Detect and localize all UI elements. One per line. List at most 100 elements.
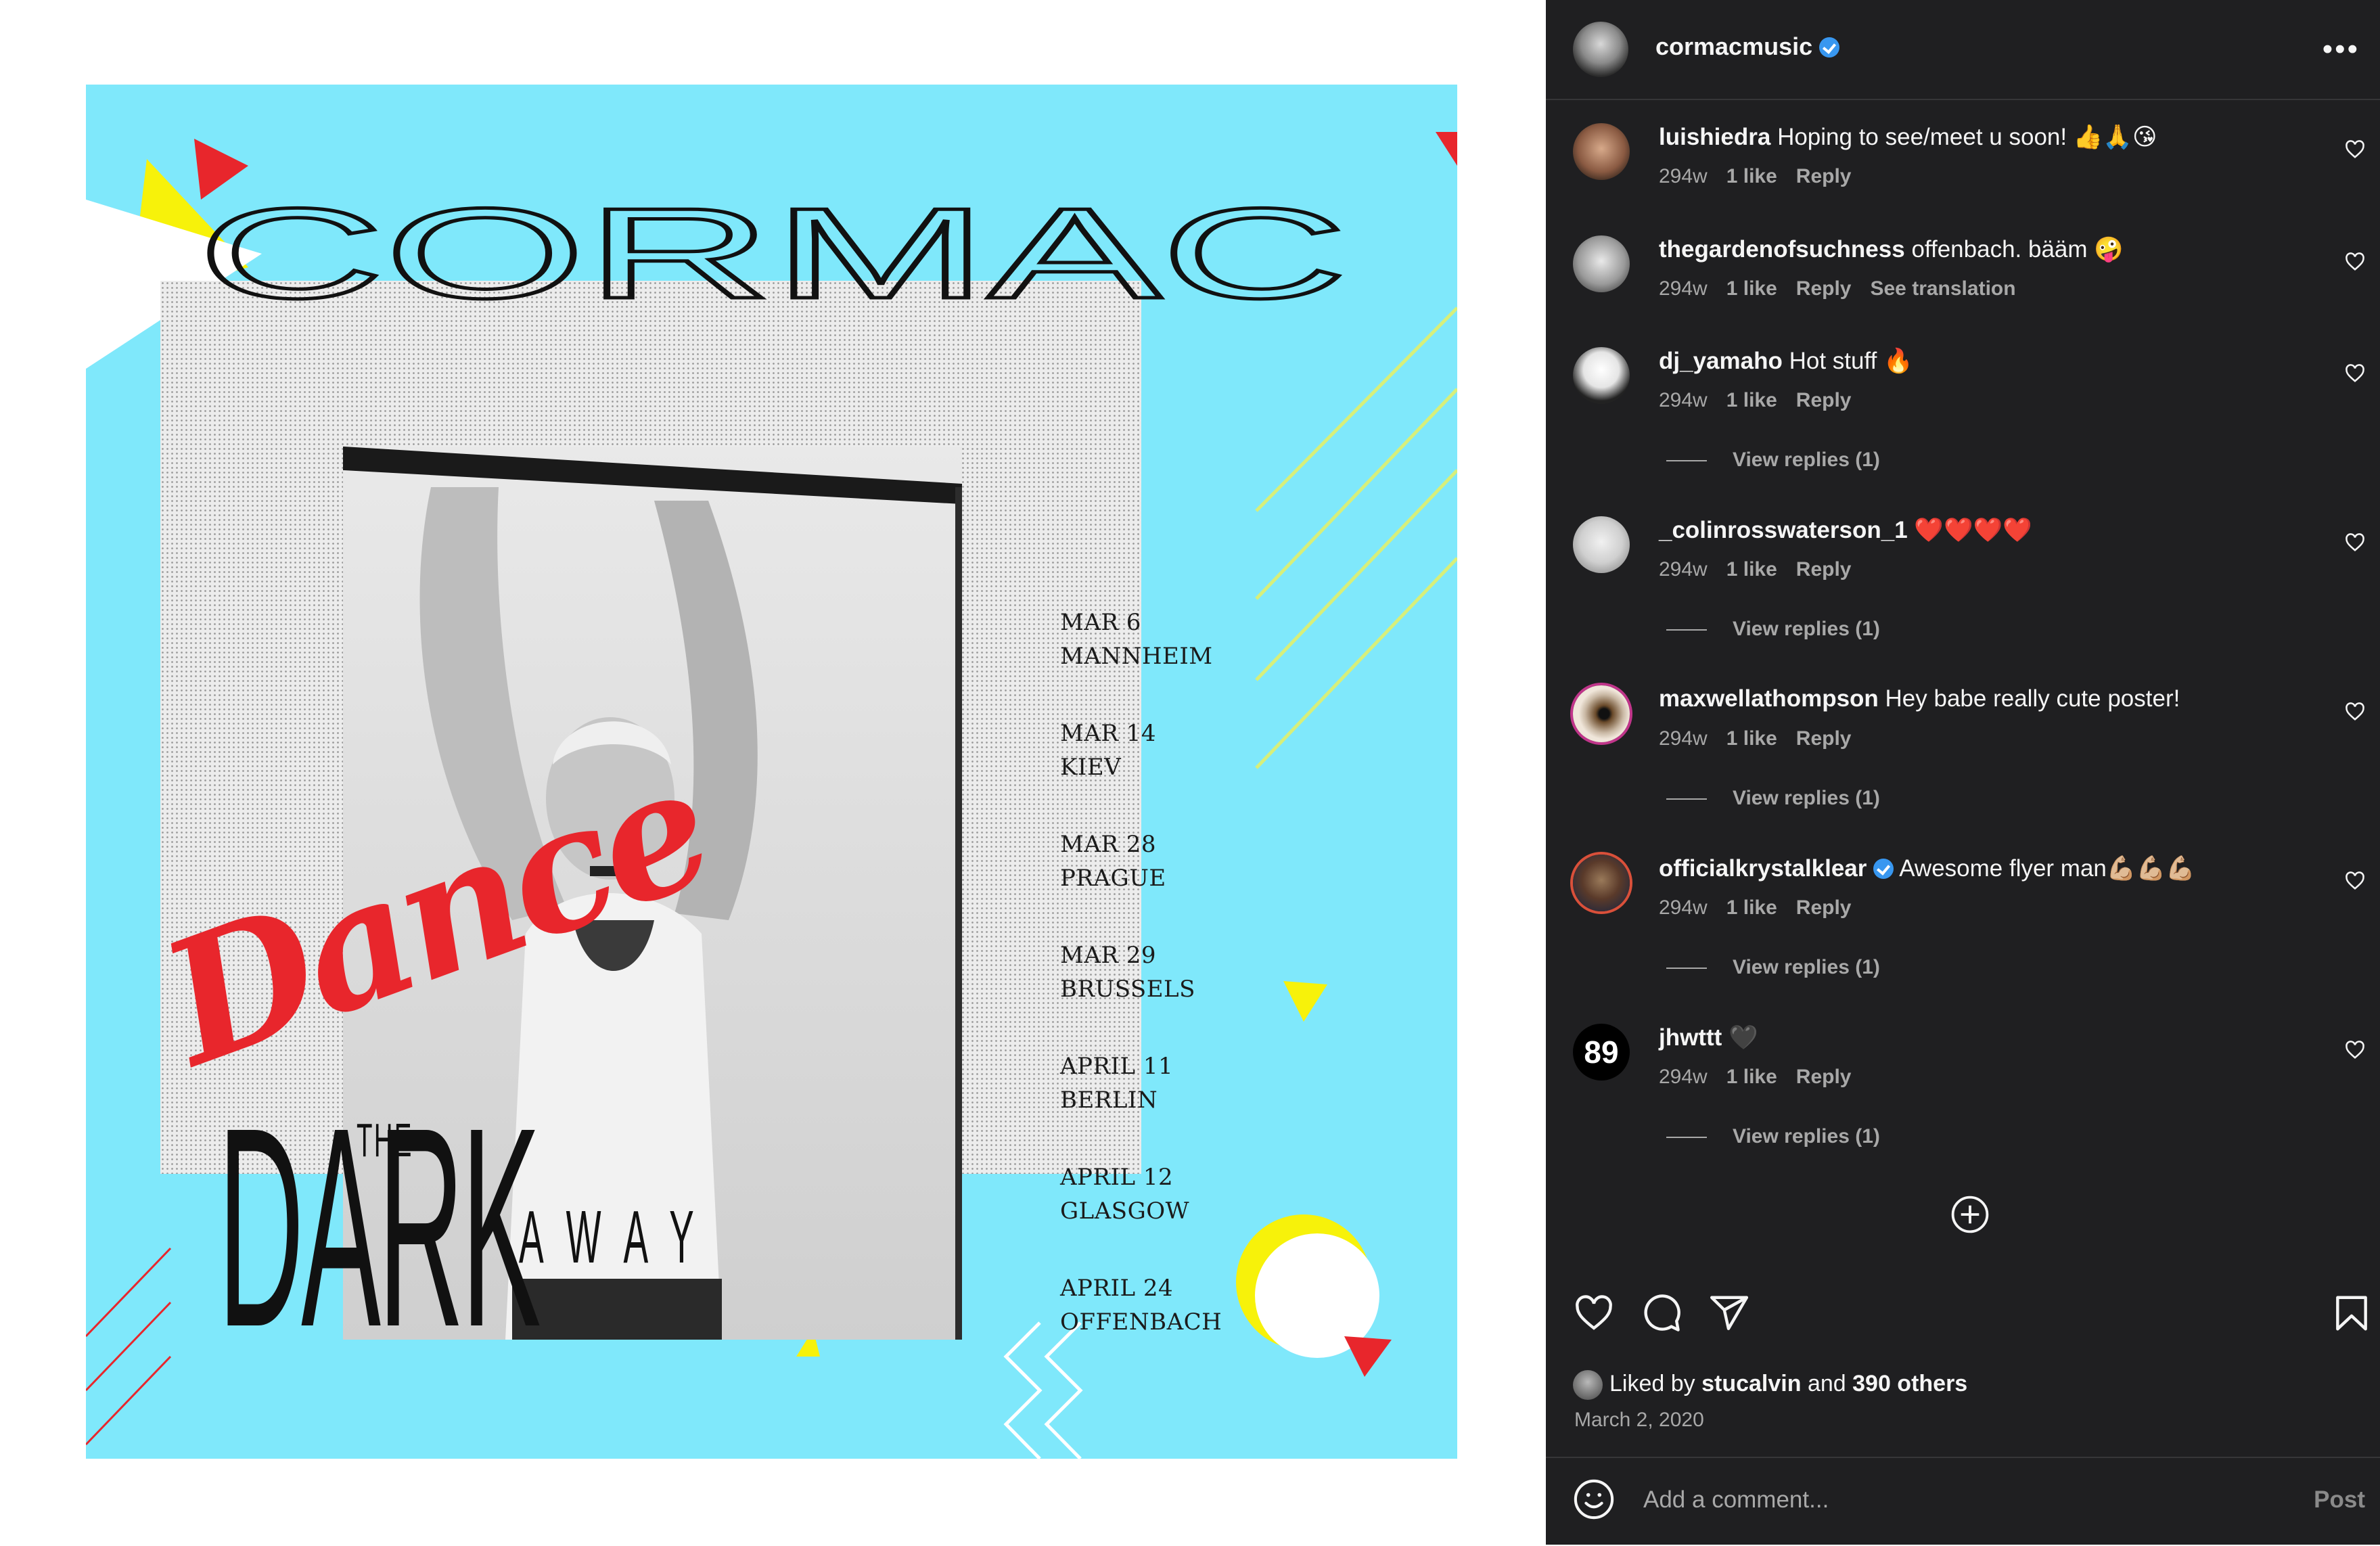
commenter-avatar[interactable] [1573, 685, 1630, 742]
liker-username[interactable]: stucalvin [1701, 1371, 1801, 1396]
comment-bubble-icon[interactable] [1641, 1292, 1683, 1334]
comment-text: maxwellathompson Hey babe really cute po… [1659, 685, 2180, 712]
tour-date-day: MAR 29 [1060, 942, 1157, 969]
comment-meta: 294w 1 like Reply See translation [1659, 277, 2035, 300]
save-bookmark-icon[interactable] [2331, 1292, 2373, 1334]
emoji-icon[interactable] [1573, 1478, 1615, 1520]
like-heart-icon[interactable] [1573, 1292, 1615, 1334]
commenter-avatar[interactable] [1573, 235, 1630, 292]
reply-button[interactable]: Reply [1796, 1066, 1852, 1088]
see-translation-button[interactable]: See translation [1870, 277, 2015, 300]
view-replies-button[interactable]: View replies (1) [1666, 787, 1880, 810]
comment-likes[interactable]: 1 like [1726, 1066, 1777, 1088]
commenter-avatar[interactable] [1573, 516, 1630, 573]
reply-button[interactable]: Reply [1796, 277, 1852, 300]
add-comment-bar: Post [1546, 1457, 2380, 1546]
comment-username[interactable]: officialkrystalklear [1659, 855, 1867, 882]
comment-time[interactable]: 294w [1659, 277, 1708, 300]
comment-meta: 294w 1 like Reply [1659, 896, 1870, 919]
comment-username[interactable]: _colinrosswaterson_1 [1659, 517, 1908, 543]
comment-text: dj_yamaho Hot stuff 🔥 [1659, 347, 1913, 375]
comment-like-heart-icon[interactable] [2345, 871, 2365, 891]
comment-like-heart-icon[interactable] [2345, 1040, 2365, 1060]
comment-meta: 294w 1 like Reply [1659, 165, 1870, 188]
commenter-avatar[interactable]: 89 [1573, 1024, 1630, 1081]
post-actions-bar [1546, 1292, 2380, 1346]
liker-avatar[interactable] [1573, 1370, 1603, 1400]
comment-text: jhwttt 🖤 [1659, 1024, 1758, 1051]
commenter-avatar[interactable] [1573, 855, 1630, 911]
comment-username[interactable]: maxwellathompson [1659, 685, 1879, 712]
comment-likes[interactable]: 1 like [1726, 389, 1777, 411]
reply-button[interactable]: Reply [1796, 727, 1852, 750]
comment-time[interactable]: 294w [1659, 389, 1708, 411]
comment-likes[interactable]: 1 like [1726, 896, 1777, 919]
view-replies-label[interactable]: View replies (1) [1733, 449, 1880, 471]
tour-date-city: GLASGOW [1060, 1198, 1190, 1225]
replies-divider [1666, 798, 1707, 800]
comment-text: luishiedra Hoping to see/meet u soon! 👍🙏… [1659, 123, 2157, 151]
tour-date-day: APRIL 11 [1060, 1053, 1174, 1080]
view-replies-button[interactable]: View replies (1) [1666, 449, 1880, 472]
comment-username[interactable]: thegardenofsuchness [1659, 236, 1905, 263]
reply-button[interactable]: Reply [1796, 165, 1852, 187]
comment-time[interactable]: 294w [1659, 727, 1708, 750]
comment-time[interactable]: 294w [1659, 896, 1708, 919]
comment-like-heart-icon[interactable] [2345, 702, 2365, 722]
share-send-icon[interactable] [1708, 1292, 1750, 1334]
tour-date-city: MANNHEIM [1060, 643, 1213, 670]
view-replies-label[interactable]: View replies (1) [1733, 618, 1880, 640]
comment-time[interactable]: 294w [1659, 558, 1708, 581]
view-replies-label[interactable]: View replies (1) [1733, 787, 1880, 809]
view-replies-label[interactable]: View replies (1) [1733, 1125, 1880, 1147]
commenter-avatar[interactable] [1573, 347, 1630, 404]
tour-poster[interactable]: MAR 6 MANNHEIM MAR 14 KIEV MAR 28 PRAGUE… [86, 85, 1457, 1459]
tour-date-day: APRIL 24 [1060, 1275, 1174, 1302]
load-more-comments-icon[interactable] [1950, 1195, 1990, 1234]
verified-badge-icon [1873, 859, 1894, 879]
comment-username[interactable]: jhwttt [1659, 1024, 1722, 1051]
comment-like-heart-icon[interactable] [2345, 532, 2365, 553]
comment-body: offenbach. bääm 🤪 [1911, 236, 2124, 263]
view-replies-button[interactable]: View replies (1) [1666, 1125, 1880, 1148]
comment-likes[interactable]: 1 like [1726, 277, 1777, 300]
comment-meta: 294w 1 like Reply [1659, 727, 1870, 750]
comment-input[interactable] [1642, 1477, 2253, 1523]
liked-by-prefix: Liked by [1609, 1370, 1695, 1396]
comment-like-heart-icon[interactable] [2345, 363, 2365, 384]
author-avatar[interactable] [1573, 22, 1628, 77]
post-header: cormacmusic ••• [1546, 0, 2380, 100]
tour-date-entry: APRIL 12 GLASGOW [1060, 1160, 1216, 1228]
comment-body: ❤️❤️❤️❤️ [1914, 517, 2032, 543]
view-replies-button[interactable]: View replies (1) [1666, 956, 1880, 979]
author-username[interactable]: cormacmusic [1655, 32, 1840, 61]
view-replies-button[interactable]: View replies (1) [1666, 618, 1880, 641]
post-comment-button[interactable]: Post [2314, 1486, 2365, 1514]
tagline-dark: DARK [218, 1069, 541, 1386]
comment-like-heart-icon[interactable] [2345, 139, 2365, 160]
comment-username[interactable]: dj_yamaho [1659, 348, 1783, 374]
reply-button[interactable]: Reply [1796, 896, 1852, 919]
tour-date-day: MAR 6 [1060, 609, 1141, 636]
post-date[interactable]: March 2, 2020 [1574, 1409, 1704, 1432]
comment-time[interactable]: 294w [1659, 165, 1708, 187]
post-image-area: MAR 6 MANNHEIM MAR 14 KIEV MAR 28 PRAGUE… [0, 0, 1546, 1545]
author-username-text[interactable]: cormacmusic [1655, 32, 1812, 60]
replies-divider [1666, 1137, 1707, 1139]
comment-likes[interactable]: 1 like [1726, 558, 1777, 581]
liked-by-and: and [1807, 1370, 1846, 1396]
tour-date-entry: MAR 28 PRAGUE [1060, 827, 1216, 895]
likes-others-link[interactable]: 390 others [1852, 1371, 1967, 1396]
comment-username[interactable]: luishiedra [1659, 124, 1770, 150]
comment-time[interactable]: 294w [1659, 1066, 1708, 1088]
view-replies-label[interactable]: View replies (1) [1733, 956, 1880, 978]
more-options-icon[interactable]: ••• [2322, 32, 2360, 66]
tour-date-city: OFFENBACH [1060, 1309, 1222, 1336]
reply-button[interactable]: Reply [1796, 558, 1852, 581]
commenter-avatar[interactable] [1573, 123, 1630, 180]
comment-like-heart-icon[interactable] [2345, 252, 2365, 272]
comment-likes[interactable]: 1 like [1726, 165, 1777, 187]
replies-divider [1666, 629, 1707, 631]
reply-button[interactable]: Reply [1796, 389, 1852, 411]
comment-likes[interactable]: 1 like [1726, 727, 1777, 750]
